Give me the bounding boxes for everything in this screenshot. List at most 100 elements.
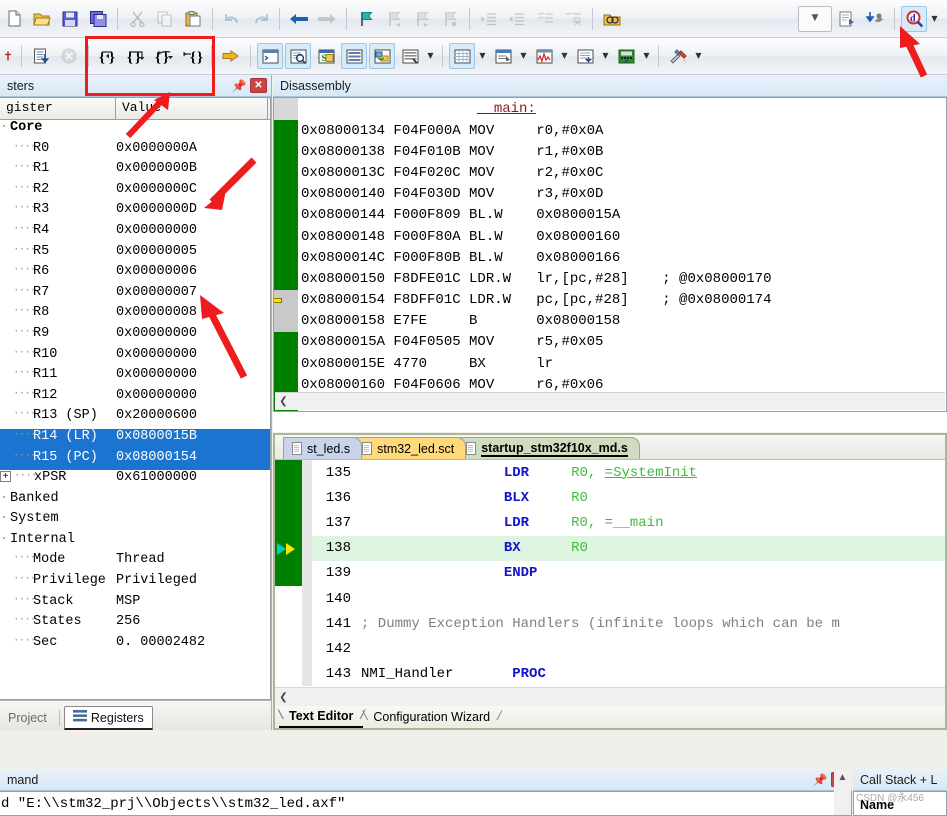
code-line[interactable]: 135 LDR R0, =SystemInit: [275, 460, 945, 486]
step-button[interactable]: { }: [95, 43, 121, 69]
watch-windows-button[interactable]: [397, 43, 423, 69]
symbols-window-button[interactable]: S: [313, 43, 339, 69]
disassembly-line[interactable]: 0x0800013C F04F020C MOV r2,#0x0C: [274, 162, 946, 184]
register-row[interactable]: · Banked: [0, 491, 270, 512]
editor-tab-st-led-s[interactable]: st_led.s: [283, 437, 363, 459]
register-row[interactable]: · Core: [0, 120, 270, 141]
expand-icon[interactable]: +: [0, 471, 11, 483]
trace-dropdown[interactable]: ▼: [599, 43, 612, 69]
redo-button[interactable]: [247, 6, 273, 32]
disassembly-line[interactable]: 0x0800015A F04F0505 MOV r5,#0x05: [274, 331, 946, 354]
pin-icon[interactable]: 📌: [231, 79, 247, 93]
find-in-files-button[interactable]: [599, 6, 625, 32]
code-line[interactable]: 141 ; Dummy Exception Handlers (infinite …: [275, 611, 945, 637]
register-row[interactable]: ····R9 0x00000000: [0, 326, 270, 347]
show-next-statement-button[interactable]: [218, 43, 244, 69]
registers-window-button[interactable]: [341, 43, 367, 69]
dock-tab-registers[interactable]: Registers: [63, 706, 153, 730]
disassembly-line[interactable]: 0x08000134 F04F000A MOV r0,#0x0A: [274, 120, 946, 142]
open-file-button[interactable]: [29, 6, 55, 32]
register-row[interactable]: ····R11 0x00000000: [0, 367, 270, 388]
watch-dropdown[interactable]: ▼: [424, 43, 437, 69]
code-line[interactable]: 142: [275, 636, 945, 662]
column-header-value[interactable]: Value: [116, 98, 268, 119]
analysis-dropdown[interactable]: ▼: [558, 43, 571, 69]
command-vscrollbar[interactable]: ▲: [834, 770, 851, 815]
step-out-button[interactable]: { }: [151, 43, 177, 69]
register-row[interactable]: ····R4 0x00000000: [0, 223, 270, 244]
registers-grid[interactable]: gister Value · Core ····R0 0x0000000A ····R1…: [0, 97, 271, 700]
uncomment-button[interactable]: [560, 6, 586, 32]
disassembly-listing[interactable]: __main: 0x08000134 F04F000A MOV r0,#0x0A…: [273, 97, 947, 412]
manage-run-time-env-button[interactable]: [862, 6, 888, 32]
start-stop-debug-button[interactable]: d: [901, 5, 927, 32]
memory-dropdown[interactable]: ▼: [476, 43, 489, 69]
register-row[interactable]: ····R10 0x00000000: [0, 347, 270, 368]
run-button[interactable]: [28, 43, 54, 69]
command-output[interactable]: d "E:\\stm32_prj\\Objects\\stm32_led.axf…: [0, 791, 852, 816]
bookmark-clear-button[interactable]: [437, 6, 463, 32]
code-line[interactable]: 143 NMI_Handler PROC: [275, 661, 945, 686]
editor-tab-stm32-led-sct[interactable]: stm32_led.sct: [353, 437, 467, 459]
register-row[interactable]: ····R6 0x00000006: [0, 264, 270, 285]
register-row[interactable]: ····States 256: [0, 614, 270, 635]
register-row[interactable]: ····R0 0x0000000A: [0, 141, 270, 162]
register-row[interactable]: · Internal: [0, 532, 270, 553]
tree-node-icon[interactable]: ·: [0, 511, 10, 526]
register-row[interactable]: ····R12 0x00000000: [0, 388, 270, 409]
register-row[interactable]: ····R15 (PC) 0x08000154: [0, 449, 270, 471]
register-row[interactable]: ····Sec 0. 00002482: [0, 635, 270, 656]
copy-button[interactable]: [152, 6, 178, 32]
paste-button[interactable]: [180, 6, 206, 32]
call-stack-window-button[interactable]: [369, 43, 395, 69]
register-row[interactable]: ····R1 0x0000000B: [0, 161, 270, 182]
system-viewer-button[interactable]: [613, 43, 639, 69]
new-file-button[interactable]: [1, 6, 27, 32]
trace-windows-button[interactable]: [572, 43, 598, 69]
system-viewer-dropdown[interactable]: ▼: [640, 43, 653, 69]
close-icon[interactable]: ✕: [250, 78, 267, 93]
toolbox-button[interactable]: [665, 43, 691, 69]
indent-right-button[interactable]: [476, 6, 502, 32]
disassembly-line[interactable]: 0x08000144 F000F809 BL.W 0x0800015A: [274, 204, 946, 226]
code-line[interactable]: 138 BX R0: [275, 535, 945, 561]
register-row[interactable]: ····R2 0x0000000C: [0, 182, 270, 203]
pin-icon[interactable]: 📌: [812, 773, 828, 787]
stop-button[interactable]: [56, 43, 82, 69]
tree-node-icon[interactable]: ·: [0, 120, 10, 135]
code-editor[interactable]: 135 LDR R0, =SystemInit 136 BLX R0 137 LDR…: [275, 460, 945, 686]
undo-button[interactable]: [219, 6, 245, 32]
register-row[interactable]: ····R3 0x0000000D: [0, 202, 270, 223]
navigate-forward-button[interactable]: [314, 6, 340, 32]
disassembly-hscrollbar[interactable]: ❮: [275, 392, 945, 410]
tree-node-icon[interactable]: ·: [0, 491, 10, 506]
disassembly-line[interactable]: 0x08000150 F8DFE01C LDR.W lr,[pc,#28] ; …: [274, 268, 946, 290]
register-row[interactable]: ····R13 (SP) 0x20000600: [0, 408, 270, 429]
code-line[interactable]: 139 ENDP: [275, 560, 945, 586]
memory-windows-button[interactable]: [449, 43, 475, 69]
bookmark-next-button[interactable]: [409, 6, 435, 32]
register-row[interactable]: ····R8 0x00000008: [0, 305, 270, 326]
bookmark-prev-button[interactable]: [381, 6, 407, 32]
reset-button[interactable]: [1, 43, 15, 69]
save-all-button[interactable]: [85, 6, 111, 32]
register-row[interactable]: ····R5 0x00000005: [0, 244, 270, 265]
register-row[interactable]: ····Privilege Privileged: [0, 573, 270, 594]
column-header-register[interactable]: gister: [0, 98, 116, 119]
command-window-button[interactable]: [257, 43, 283, 69]
step-over-button[interactable]: { }: [123, 43, 149, 69]
editor-hscrollbar[interactable]: ❮: [275, 687, 945, 706]
register-row[interactable]: + ····xPSR 0x61000000: [0, 470, 270, 491]
disassembly-line[interactable]: 0x08000154 F8DFF01C LDR.W pc,[pc,#28] ; …: [274, 289, 946, 311]
disassembly-line[interactable]: 0x08000158 E7FE B 0x08000158: [274, 310, 946, 332]
analysis-windows-button[interactable]: [531, 43, 557, 69]
register-row[interactable]: ····R14 (LR) 0x0800015B: [0, 428, 270, 450]
disassembly-line[interactable]: 0x08000138 F04F010B MOV r1,#0x0B: [274, 141, 946, 163]
disassembly-line[interactable]: 0x0800015E 4770 BX lr: [274, 353, 946, 375]
comment-button[interactable]: [532, 6, 558, 32]
run-to-cursor-button[interactable]: { }: [179, 43, 205, 69]
chevron-left-icon[interactable]: ❮: [275, 393, 292, 410]
register-row[interactable]: ····Mode Thread: [0, 552, 270, 573]
indent-left-button[interactable]: [504, 6, 530, 32]
editor-mode-tab-configuration-wizard[interactable]: Configuration Wizard: [361, 706, 502, 728]
